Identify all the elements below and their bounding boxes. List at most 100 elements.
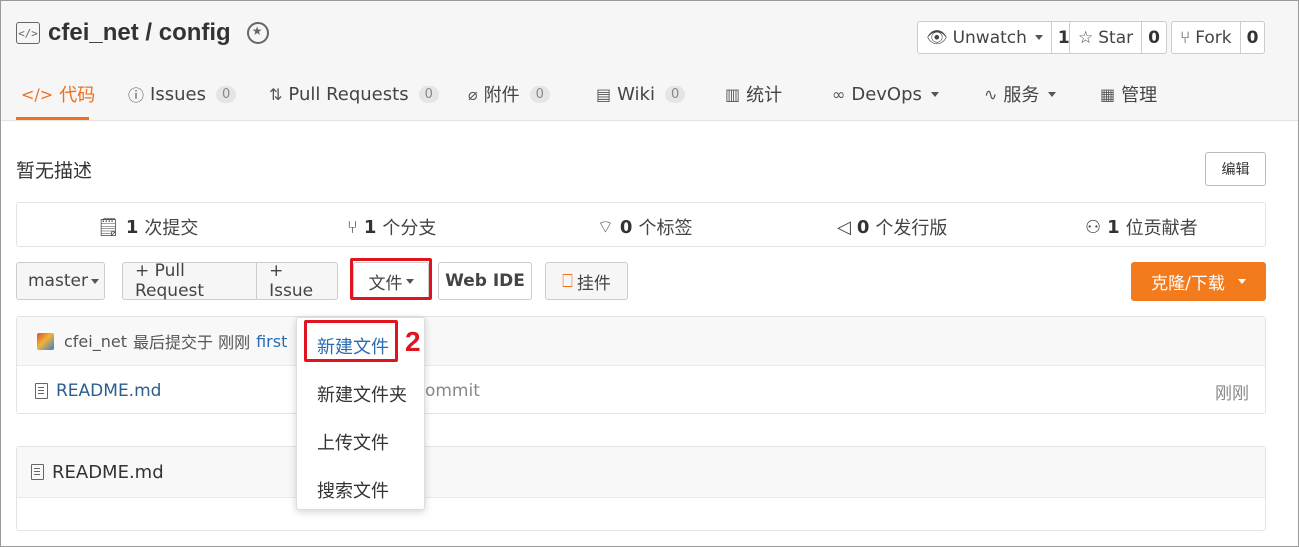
infinity-icon: ∞ (832, 84, 846, 104)
commit-info: 最后提交于 刚刚 (132, 333, 251, 352)
menu-item-search-file[interactable]: 搜索文件 (317, 477, 389, 503)
stat-text: 位贡献者 (1125, 218, 1198, 239)
bookmark-icon: ⎕ (562, 270, 573, 292)
file-list: cfei_net 最后提交于 刚刚 first README.md first … (16, 316, 1266, 414)
tab-attachments[interactable]: ⌀ 附件 0 (468, 81, 550, 107)
readme-header: README.md (17, 447, 1265, 498)
unwatch-button[interactable]: 👁 Unwatch 1 (917, 21, 1077, 54)
stat-text: 个发行版 (875, 218, 948, 239)
tab-label: Wiki (617, 83, 655, 105)
fork-icon: ⑂ (1180, 27, 1191, 48)
stat-commits[interactable]: 🗒 1 次提交 (97, 214, 198, 240)
stat-branches[interactable]: ⑂ 1 个分支 (347, 214, 436, 240)
unwatch-label: Unwatch (952, 27, 1027, 48)
file-icon (35, 383, 48, 399)
issue-icon: ⓘ (128, 86, 145, 105)
star-icon: ☆ (1078, 27, 1094, 48)
file-name[interactable]: README.md (56, 381, 161, 401)
tab-count: 0 (529, 85, 550, 103)
tab-count: 0 (664, 85, 686, 103)
stat-text: 个标签 (638, 218, 693, 239)
stat-releases[interactable]: ◁ 0 个发行版 (837, 214, 947, 240)
clone-download-button[interactable]: 克隆/下载 (1131, 262, 1266, 301)
tab-label: 代码 (59, 85, 96, 106)
tab-label: 管理 (1121, 85, 1158, 106)
stat-number: 1 (1107, 216, 1120, 238)
book-icon: ▤ (596, 84, 612, 104)
commit-author[interactable]: cfei_net (64, 332, 127, 351)
certified-badge-icon (246, 22, 269, 44)
chevron-down-icon (930, 91, 939, 97)
tab-wiki[interactable]: ▤ Wiki 0 (596, 81, 686, 107)
file-icon (31, 464, 44, 480)
repo-name[interactable]: config (159, 19, 231, 46)
tag-icon: ⌔ (597, 216, 614, 238)
tab-devops[interactable]: ∞ DevOps (832, 81, 939, 107)
new-issue-button[interactable]: + Issue (256, 261, 337, 301)
repo-path[interactable]: cfei_net / config (48, 19, 231, 47)
fork-button[interactable]: ⑂ Fork 0 (1171, 21, 1266, 54)
web-ide-button[interactable]: Web IDE (438, 262, 532, 300)
paperclip-icon: ⌀ (468, 84, 478, 104)
edit-button[interactable]: 编辑 (1205, 152, 1266, 186)
stat-number: 1 (363, 216, 377, 238)
branch-label: master (28, 271, 88, 291)
star-button[interactable]: ☆ Star 0 (1069, 21, 1167, 54)
stat-number: 0 (856, 216, 870, 238)
highlight-box-new-file (304, 320, 398, 362)
tab-label: 服务 (1003, 85, 1040, 106)
tab-issues[interactable]: ⓘ Issues 0 (128, 81, 237, 107)
tab-pull-requests[interactable]: ⇅ Pull Requests 0 (269, 81, 439, 107)
pull-request-icon: ⇅ (269, 84, 283, 104)
commit-icon: 🗒 (97, 216, 120, 238)
tab-services[interactable]: ∿ 服务 (984, 81, 1057, 107)
menu-item-new-folder[interactable]: 新建文件夹 (317, 381, 407, 407)
star-count[interactable]: 0 (1141, 22, 1166, 53)
avatar[interactable] (37, 332, 54, 350)
repo-owner[interactable]: cfei_net (48, 19, 139, 46)
stat-tags[interactable]: ⌔ 0 个标签 (597, 214, 692, 240)
code-icon: </> (21, 84, 54, 104)
chevron-down-icon (1237, 279, 1246, 284)
page-frame: </> cfei_net / config 👁Unwatch 1 ☆Star 0… (0, 0, 1299, 547)
readme-panel: README.md (16, 446, 1266, 531)
commit-message[interactable]: first (256, 332, 287, 351)
mount-label: 挂件 (576, 273, 611, 294)
tab-label: DevOps (851, 83, 922, 105)
new-pull-request-button[interactable]: + Pull Request (123, 261, 256, 301)
bar-chart-icon: ▥ (725, 84, 741, 104)
stat-number: 0 (619, 216, 633, 238)
star-label: Star (1098, 27, 1134, 48)
clone-label: 克隆/下载 (1151, 274, 1225, 294)
stat-text: 次提交 (144, 218, 199, 239)
settings-doc-icon: ▦ (1100, 84, 1116, 104)
stat-number: 1 (125, 216, 139, 238)
table-row: README.md first commit 刚刚 (17, 367, 1265, 415)
repo-description: 暂无描述 (16, 160, 93, 182)
tab-code[interactable]: </> 代码 (21, 81, 95, 107)
tab-label: Pull Requests (288, 83, 409, 105)
mount-button[interactable]: ⎕ 挂件 (545, 262, 628, 300)
stat-contributors[interactable]: ⚇ 1 位贡献者 (1085, 214, 1198, 240)
pulse-icon: ∿ (984, 84, 998, 104)
tab-admin[interactable]: ▦ 管理 (1100, 81, 1157, 107)
branch-icon: ⑂ (347, 216, 358, 238)
tab-label: Issues (150, 83, 206, 105)
repo-stats-bar: 🗒 1 次提交 ⑂ 1 个分支 ⌔ 0 个标签 ◁ 0 个发行版 ⚇ 1 位贡献… (16, 202, 1266, 247)
code-icon: </> (16, 22, 40, 44)
tab-label: 附件 (483, 85, 520, 106)
latest-commit-row: cfei_net 最后提交于 刚刚 first (17, 317, 1265, 366)
annotation-number-2: 2 (405, 326, 421, 357)
fork-count[interactable]: 0 (1239, 22, 1265, 53)
branch-select[interactable]: master (16, 262, 105, 300)
chevron-down-icon (90, 278, 99, 284)
tab-label: 统计 (746, 85, 783, 106)
tab-stats[interactable]: ▥ 统计 (725, 81, 782, 107)
file-time: 刚刚 (1215, 383, 1249, 404)
highlight-box-file (350, 258, 432, 300)
repo-nav: </> 代码 ⓘ Issues 0 ⇅ Pull Requests 0 ⌀ 附件… (1, 71, 1298, 121)
menu-item-upload-file[interactable]: 上传文件 (317, 429, 389, 455)
stat-text: 个分支 (382, 218, 437, 239)
fork-label: Fork (1195, 27, 1232, 48)
tab-count: 0 (215, 85, 237, 103)
